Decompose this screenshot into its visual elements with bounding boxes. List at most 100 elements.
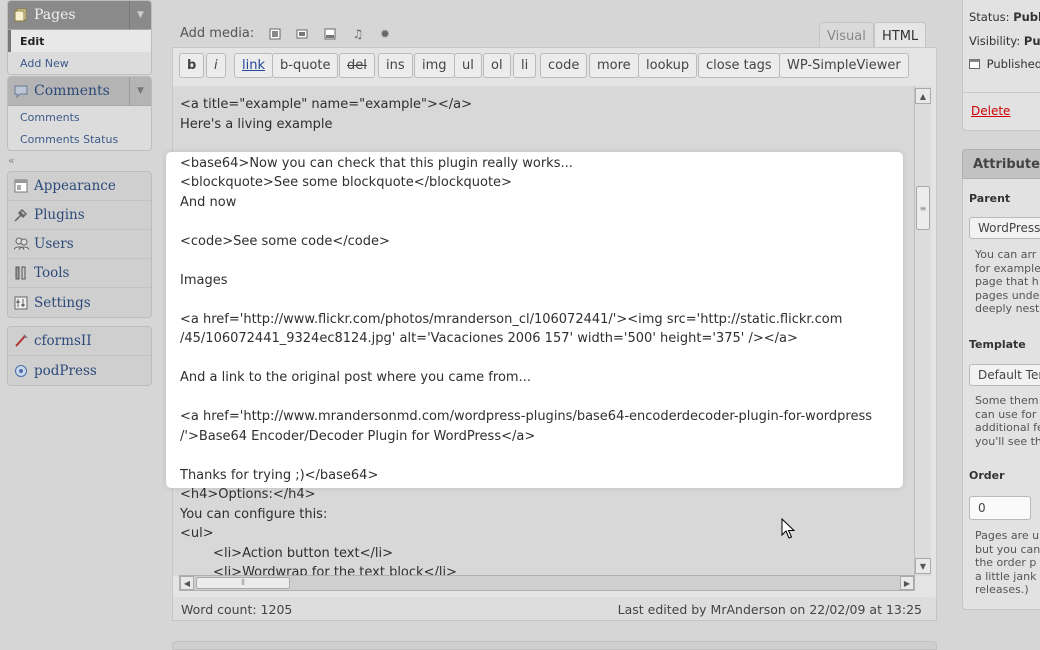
menu-item-settings[interactable]: Settings [8,288,151,317]
pages-menu-label: Pages [34,7,76,23]
podpress-icon [8,364,34,378]
quicktag-ol-button[interactable]: ol [483,53,511,78]
scroll-up-icon[interactable]: ▲ [915,88,931,104]
pages-menu-header[interactable]: Pages ▼ [8,1,151,30]
attributes-title[interactable]: Attributes [962,149,1040,179]
scroll-left-icon[interactable]: ◀ [180,576,194,590]
quicktag-link-button[interactable]: link [234,53,273,78]
quicktag-close-tags-button[interactable]: close tags [698,53,780,78]
content-line: Here's a living example [180,117,333,132]
menu-item-plugins[interactable]: Plugins [8,201,151,230]
quicktag-img-button[interactable]: img [414,53,455,78]
image-icon[interactable] [268,27,282,41]
menu-item-cformsii-label: cformsII [34,333,92,349]
content-line: <code>See some code</code> [180,234,390,249]
pages-icon [8,8,34,22]
menu-item-tools[interactable]: Tools [8,259,151,288]
quicktag-del-button[interactable]: del [339,53,375,78]
template-select[interactable]: Default Ten [969,364,1040,386]
tab-html[interactable]: HTML [874,22,927,49]
gallery-icon[interactable] [323,27,337,41]
vertical-scrollbar[interactable]: ▲ ≡ ▼ [914,86,931,576]
status-label: Status: [969,10,1010,24]
pages-menu: Pages ▼ Edit Add New [7,0,152,75]
content-line: <a href='http://www.mrandersonmd.com/wor… [180,409,872,424]
plugin-icon [8,208,34,222]
chevron-down-icon[interactable]: ▼ [129,77,151,105]
quicktag-lookup-button[interactable]: lookup [638,53,698,78]
status-row: Status: Publ [969,10,1040,24]
content-line: <a href='http://www.flickr.com/photos/mr… [180,312,843,327]
content-line: <li>Action button text</li> [180,546,393,561]
scroll-down-icon[interactable]: ▼ [915,558,931,574]
quicktag-bold-button[interactable]: b [179,53,205,78]
quicktag-wp-simpleviewer-button[interactable]: WP-SimpleViewer [779,53,909,78]
word-count: Word count: 1205 [181,602,293,617]
content-line: /45/106072441_9324ec8124.jpg' alt='Vacac… [180,331,798,346]
audio-icon[interactable]: ♫ [351,27,365,41]
quicktag-more-button[interactable]: more [589,53,639,78]
quicktag-code-button[interactable]: code [540,53,588,78]
content-line: /'>Base64 Encoder/Decoder Plugin for Wor… [180,429,536,444]
template-help: Some them can use for additional fe you'… [975,394,1040,448]
content-line: And now [180,195,237,210]
scroll-right-icon[interactable]: ▶ [900,576,914,590]
submenu-edit[interactable]: Edit [8,30,151,52]
content-line: <li>Wordwrap for the text block</li> [180,565,457,575]
order-help: Pages are u but you can the order p a li… [975,529,1040,596]
parent-select[interactable]: WordPress [969,217,1040,239]
content-line: <ul> [180,526,214,541]
submenu-add-new[interactable]: Add New [8,52,151,74]
content-line: And a link to the original post where yo… [180,370,531,385]
media-icon[interactable]: ✹ [378,27,392,41]
plugins-menu: cformsII podPress [7,326,152,386]
horizontal-scroll-thumb[interactable]: ⦀ [196,577,290,589]
submenu-comments-status[interactable]: Comments Status [8,128,151,150]
menu-item-cformsii[interactable]: cformsII [8,327,151,356]
content-line: <base64>Now you can check that this plug… [180,156,573,171]
menu-item-users-label: Users [34,236,74,252]
comments-menu: Comments ▼ Comments Comments Status [7,76,152,151]
mouse-cursor-icon [781,517,796,544]
delete-link[interactable]: Delete [971,104,1010,118]
calendar-icon [969,58,980,72]
content-line: <h4>Options:</h4> [180,487,316,502]
vertical-scroll-thumb[interactable]: ≡ [916,186,930,230]
menu-item-podpress[interactable]: podPress [8,356,151,385]
quicktag-ins-button[interactable]: ins [378,53,413,78]
content-line: You can configure this: [180,507,328,522]
menu-item-users[interactable]: Users [8,230,151,259]
menu-item-settings-label: Settings [34,294,91,311]
quicktag-li-button[interactable]: li [513,53,537,78]
main-menu: Appearance Plugins Users Tools Settings [7,171,152,318]
appearance-icon [8,179,34,193]
parent-help: You can arr for example page that h page… [975,248,1040,315]
comments-icon [8,85,34,98]
chevron-down-icon[interactable]: ▼ [129,1,151,29]
collapse-menu-icon[interactable]: « [8,154,15,167]
template-label: Template [969,338,1026,351]
order-label: Order [969,469,1005,482]
visibility-label: Visibility: [969,34,1021,48]
parent-label: Parent [969,192,1011,205]
horizontal-scrollbar[interactable]: ◀ ⦀ ▶ [179,575,915,591]
visibility-row: Visibility: Pu [969,34,1040,48]
add-media-label: Add media: [180,26,255,41]
menu-item-plugins-label: Plugins [34,207,85,223]
order-input[interactable]: 0 [969,496,1031,520]
tab-visual[interactable]: Visual [819,22,874,49]
cforms-icon [8,334,34,348]
content-line: <blockquote>See some blockquote</blockqu… [180,175,512,190]
menu-item-appearance[interactable]: Appearance [8,172,151,201]
editor-status-bar: Word count: 1205 Last edited by MrAnders… [172,597,937,621]
submenu-comments[interactable]: Comments [8,106,151,128]
comments-menu-header[interactable]: Comments ▼ [8,77,151,106]
published-label: Published [986,57,1040,71]
quicktag-ul-button[interactable]: ul [454,53,482,78]
content-line: Thanks for trying ;)</base64> [180,468,379,483]
quicktag-italic-button[interactable]: i [206,53,226,78]
quicktag-bquote-button[interactable]: b-quote [272,53,339,78]
video-icon[interactable] [295,27,309,41]
tools-icon [8,266,34,280]
status-value: Publ [1013,10,1040,24]
